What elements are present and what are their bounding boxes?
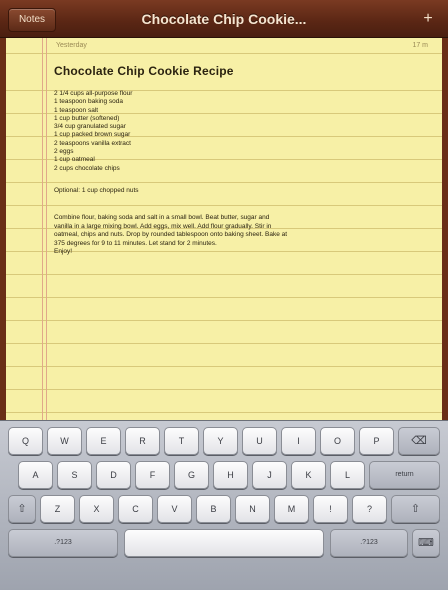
note-time: 17 m	[412, 42, 428, 49]
ingredient-line: 2 cups chocolate chips	[54, 164, 120, 172]
note-body[interactable]: Chocolate Chip Cookie Recipe 2 1/4 cups …	[54, 64, 424, 257]
note-date: Yesterday	[56, 42, 87, 49]
note-heading: Chocolate Chip Cookie Recipe	[54, 64, 234, 78]
key-j[interactable]: J	[252, 461, 287, 489]
key-m[interactable]: M	[274, 495, 309, 523]
key-question[interactable]: ?	[352, 495, 387, 523]
ingredient-line: 2 teaspoons vanilla extract	[54, 139, 131, 147]
key-a[interactable]: A	[18, 461, 53, 489]
ingredient-line: 2 eggs	[54, 148, 74, 156]
return-key[interactable]: return	[369, 461, 440, 489]
shift-arrow-icon: ⇧	[410, 503, 421, 515]
plus-icon[interactable]: +	[418, 9, 438, 29]
key-c[interactable]: C	[118, 495, 153, 523]
backspace-icon: ⌫	[411, 435, 427, 447]
ingredient-line: 1 cup packed brown sugar	[54, 131, 131, 139]
note-paper[interactable]: Yesterday 17 m Chocolate Chip Cookie Rec…	[0, 38, 448, 420]
numbers-key-left[interactable]: .?123	[8, 529, 118, 557]
shift-arrow-icon: ⇧	[17, 503, 27, 515]
key-d[interactable]: D	[96, 461, 131, 489]
ingredient-line: 1 teaspoon salt	[54, 106, 99, 114]
key-h[interactable]: H	[213, 461, 248, 489]
ingredient-line: 3/4 cup granulated sugar	[54, 123, 126, 131]
instruction-line: Combine flour, baking soda and salt in a…	[54, 213, 270, 221]
key-y[interactable]: Y	[203, 427, 238, 455]
instruction-line: oatmeal, chips and nuts. Drop by rounded…	[54, 231, 288, 239]
note-title: Chocolate Chip Cookie...	[141, 11, 307, 27]
key-r[interactable]: R	[125, 427, 160, 455]
shift-key-left[interactable]: ⇧	[8, 495, 36, 523]
key-k[interactable]: K	[291, 461, 326, 489]
key-p[interactable]: P	[359, 427, 394, 455]
key-o[interactable]: O	[320, 427, 355, 455]
key-n[interactable]: N	[235, 495, 270, 523]
key-x[interactable]: X	[79, 495, 114, 523]
space-bar[interactable]	[124, 529, 324, 557]
key-i[interactable]: I	[281, 427, 316, 455]
key-e[interactable]: E	[86, 427, 121, 455]
key-t[interactable]: T	[164, 427, 199, 455]
instruction-line: Enjoy!	[54, 248, 73, 256]
ingredient-line: 2 1/4 cups all-purpose flour	[54, 90, 133, 97]
optional-line: Optional: 1 cup chopped nuts	[54, 186, 139, 194]
shift-key-right[interactable]: ⇧	[391, 495, 440, 523]
instruction-line: 375 degrees for 9 to 11 minutes. Let sta…	[54, 239, 217, 247]
key-exclamation[interactable]: !	[313, 495, 348, 523]
ingredient-list: 2 1/4 cups all-purpose flour 1 teaspoon …	[54, 90, 424, 173]
instructions: Combine flour, baking soda and salt in a…	[54, 214, 424, 257]
ingredient-line: 1 teaspoon baking soda	[54, 98, 124, 106]
top-toolbar: Notes Chocolate Chip Cookie... +	[0, 0, 448, 38]
onscreen-keyboard: Q W E R T Y U I O P ⌫ A S D F G H J K L …	[0, 420, 448, 590]
margin-line	[42, 38, 43, 420]
notes-app-screen: Notes Chocolate Chip Cookie... + Yesterd…	[0, 0, 448, 590]
hide-keyboard-key[interactable]: ⌨	[412, 529, 440, 557]
ingredient-line: 1 cup butter (softened)	[54, 114, 120, 122]
key-w[interactable]: W	[47, 427, 82, 455]
backspace-key[interactable]: ⌫	[398, 427, 440, 455]
key-z[interactable]: Z	[40, 495, 75, 523]
ingredient-line: 1 cup oatmeal	[54, 156, 95, 164]
key-v[interactable]: V	[157, 495, 192, 523]
numbers-key-right[interactable]: .?123	[330, 529, 408, 557]
margin-line-secondary	[46, 38, 47, 420]
key-g[interactable]: G	[174, 461, 209, 489]
instruction-line: vanilla in a large mixing bowl. Add eggs…	[54, 222, 272, 230]
key-s[interactable]: S	[57, 461, 92, 489]
key-b[interactable]: B	[196, 495, 231, 523]
key-l[interactable]: L	[330, 461, 365, 489]
notes-back-button[interactable]: Notes	[8, 8, 56, 32]
key-q[interactable]: Q	[8, 427, 43, 455]
key-f[interactable]: F	[135, 461, 170, 489]
key-u[interactable]: U	[242, 427, 277, 455]
keyboard-hide-icon: ⌨	[418, 537, 434, 549]
